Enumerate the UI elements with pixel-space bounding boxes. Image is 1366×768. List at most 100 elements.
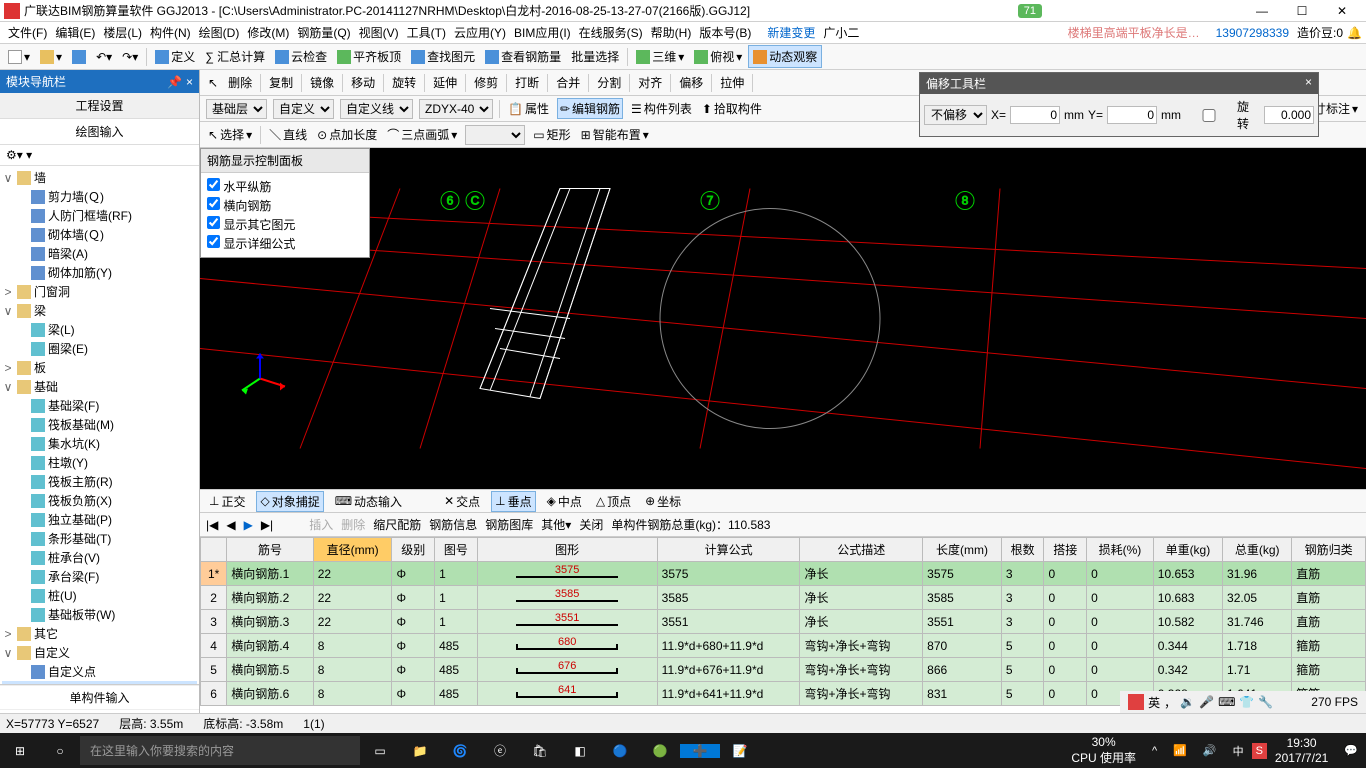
edit-op[interactable]: 偏移 <box>677 73 705 92</box>
sogou-tray[interactable]: S <box>1252 743 1267 759</box>
grid-header[interactable]: 损耗(%) <box>1087 538 1154 562</box>
ime-lang[interactable]: 英 <box>1148 694 1160 711</box>
dynamic-observe-button[interactable]: 动态观察 <box>748 45 822 68</box>
rebar-check[interactable]: 显示其它图元 <box>207 215 363 234</box>
offset-x-input[interactable] <box>1010 106 1060 124</box>
grid-row[interactable]: 3横向钢筋.322Φ135513551净长355130010.58231.746… <box>201 610 1366 634</box>
tree-node[interactable]: 剪力墙(Ｑ) <box>2 187 197 206</box>
tree-node[interactable]: 筏板基础(M) <box>2 415 197 434</box>
grid-header[interactable]: 直径(mm) <box>313 538 392 562</box>
category-select[interactable]: 自定义 <box>273 99 334 119</box>
menu-item[interactable]: 云应用(Y) <box>450 24 510 41</box>
grid-row[interactable]: 4横向钢筋.48Φ48568011.9*d+680+11.9*d弯钩+净长+弯钩… <box>201 634 1366 658</box>
start-button[interactable]: ⊞ <box>0 744 40 758</box>
grid-row[interactable]: 1*横向钢筋.122Φ135753575净长357530010.65331.96… <box>201 562 1366 586</box>
attribute-button[interactable]: 📋属性 <box>506 99 551 118</box>
grid-header[interactable]: 计算公式 <box>657 538 800 562</box>
snap-vertex[interactable]: △顶点 <box>593 492 634 511</box>
rebar-library[interactable]: 钢筋图库 <box>485 516 533 533</box>
grid-header[interactable]: 长度(mm) <box>923 538 1002 562</box>
tray-icon[interactable]: 👕 <box>1239 695 1254 709</box>
clock[interactable]: 19:302017/7/21 <box>1267 736 1336 765</box>
threed-button[interactable]: 三维▾ <box>632 46 688 67</box>
menu-item[interactable]: 编辑(E) <box>51 24 99 41</box>
edit-op[interactable]: 复制 <box>267 73 295 92</box>
offset-close-icon[interactable]: × <box>1305 75 1312 92</box>
bell-icon[interactable]: 🔔 <box>1347 26 1362 40</box>
scale-rebar[interactable]: 缩尺配筋 <box>373 516 421 533</box>
save-button[interactable] <box>68 48 90 66</box>
edit-op[interactable]: 分割 <box>595 73 623 92</box>
user-small-label[interactable]: 广小二 <box>819 24 863 41</box>
grid-header[interactable]: 图号 <box>435 538 478 562</box>
rebar-check[interactable]: 显示详细公式 <box>207 234 363 253</box>
line-tool[interactable]: ＼直线 <box>267 125 309 144</box>
nav-next[interactable]: ▶ <box>244 518 253 532</box>
delete-row[interactable]: 删除 <box>341 516 365 533</box>
cloud-check-button[interactable]: 云检查 <box>271 46 331 67</box>
tray-icon[interactable]: 🔧 <box>1258 695 1273 709</box>
edit-op[interactable]: 旋转 <box>390 73 418 92</box>
edit-op[interactable]: 镜像 <box>308 73 336 92</box>
arc-options[interactable] <box>465 125 525 145</box>
new-file-button[interactable]: ▾ <box>4 48 34 66</box>
tree-node[interactable]: 柱墩(Y) <box>2 453 197 472</box>
network-icon[interactable]: 📶 <box>1165 744 1195 757</box>
view-rebar-button[interactable]: 查看钢筋量 <box>481 46 565 67</box>
sidebar-tool[interactable]: ⚙▾ ▾ <box>0 145 199 166</box>
arc-tool[interactable]: ⌒三点画弧▾ <box>385 125 459 144</box>
taskbar-app-1[interactable]: 📁 <box>400 744 440 758</box>
edit-op[interactable]: 延伸 <box>431 73 459 92</box>
member-select[interactable]: ZDYX-40 <box>419 99 493 119</box>
edit-op[interactable]: 合并 <box>554 73 582 92</box>
grid-header[interactable]: 钢筋归类 <box>1292 538 1366 562</box>
tree-node[interactable]: 基础梁(F) <box>2 396 197 415</box>
tree-node[interactable]: 砌体加筋(Y) <box>2 263 197 282</box>
nav-first[interactable]: |◀ <box>206 518 218 532</box>
balance-button[interactable]: 平齐板顶 <box>333 46 405 67</box>
tray-icon[interactable]: 🔉 <box>1180 695 1195 709</box>
volume-icon[interactable]: 🔊 <box>1195 744 1225 757</box>
rotate-checkbox[interactable] <box>1185 109 1233 122</box>
menu-item[interactable]: 文件(F) <box>4 24 51 41</box>
snap-perpendicular[interactable]: ⊥垂点 <box>491 491 535 512</box>
offset-mode-select[interactable]: 不偏移 <box>924 105 987 125</box>
taskbar-edge[interactable]: ⓔ <box>480 742 520 759</box>
snap-coord[interactable]: ⊕坐标 <box>642 492 684 511</box>
rect-tool[interactable]: ▭矩形 <box>531 125 572 144</box>
tree-node[interactable]: ∨墙 <box>2 168 197 187</box>
define-button[interactable]: 定义 <box>151 46 199 67</box>
tree-node[interactable]: ∨自定义 <box>2 643 197 662</box>
tree-node[interactable]: 承台梁(F) <box>2 567 197 586</box>
offset-y-input[interactable] <box>1107 106 1157 124</box>
tree-node[interactable]: 圈梁(E) <box>2 339 197 358</box>
taskbar-store[interactable]: 🛍 <box>520 744 560 758</box>
batch-select-button[interactable]: 批量选择 <box>567 46 623 67</box>
tree-node[interactable]: 暗梁(A) <box>2 244 197 263</box>
floor-select[interactable]: 基础层 <box>206 99 267 119</box>
offset-rot-input[interactable] <box>1264 106 1314 124</box>
notifications-icon[interactable]: 💬 <box>1336 744 1366 757</box>
type-select[interactable]: 自定义线 <box>340 99 413 119</box>
phone-label[interactable]: 13907298339 <box>1212 26 1293 40</box>
edit-op[interactable]: 打断 <box>513 73 541 92</box>
menu-item[interactable]: 视图(V) <box>355 24 403 41</box>
tray-icon[interactable]: 🎤 <box>1199 695 1214 709</box>
viewport[interactable]: 6 C 7 8 <box>200 148 1366 489</box>
grid-header[interactable]: 公式描述 <box>800 538 923 562</box>
tray-comma[interactable]: ， <box>1164 694 1176 711</box>
edit-op[interactable]: 删除 <box>226 73 254 92</box>
tab-drawing-input[interactable]: 绘图输入 <box>0 119 199 145</box>
tree-node[interactable]: 人防门框墙(RF) <box>2 206 197 225</box>
nav-prev[interactable]: ◀ <box>226 518 235 532</box>
smart-layout-tool[interactable]: ⊞智能布置▾ <box>579 125 651 144</box>
menu-item[interactable]: 楼层(L) <box>99 24 146 41</box>
pin-icon[interactable]: 📌 <box>167 75 182 89</box>
tree-node[interactable]: 筏板主筋(R) <box>2 472 197 491</box>
grid-header[interactable]: 搭接 <box>1044 538 1087 562</box>
tree-node[interactable]: 桩(U) <box>2 586 197 605</box>
menu-item[interactable]: 帮助(H) <box>647 24 696 41</box>
taskbar-app-7[interactable]: 📝 <box>720 744 760 758</box>
cpu-tray[interactable]: 30% CPU 使用率 <box>1063 735 1144 766</box>
member-list-button[interactable]: ☰构件列表 <box>629 99 694 118</box>
